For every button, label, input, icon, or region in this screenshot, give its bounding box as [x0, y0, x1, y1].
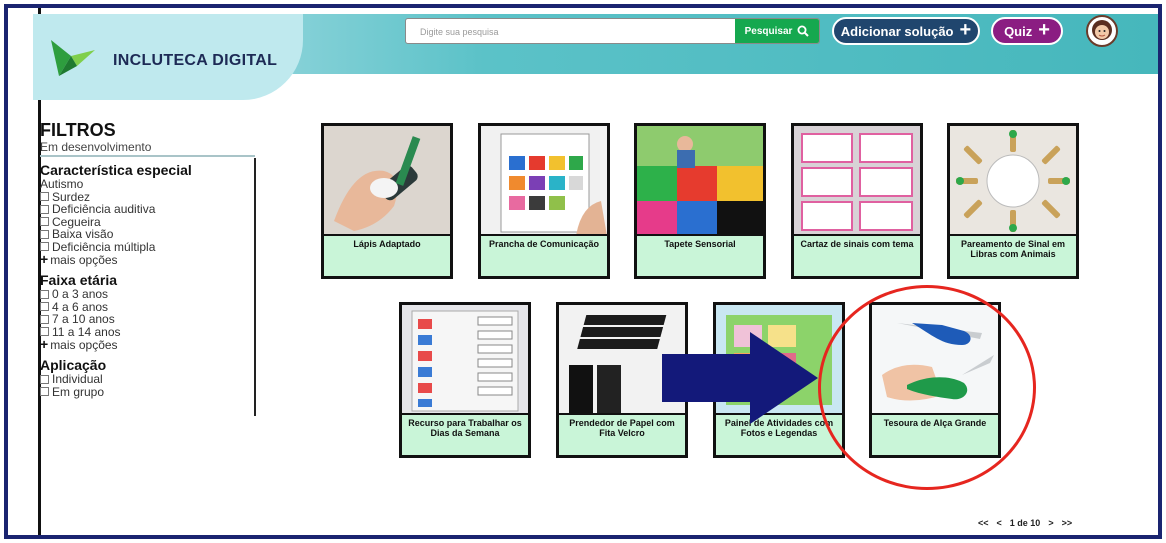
- card-title: Tapete Sensorial: [664, 239, 736, 249]
- filters-divider: [254, 158, 256, 416]
- card-title: Lápis Adaptado: [353, 239, 421, 249]
- hummingbird-logo-icon: [51, 40, 95, 76]
- solution-card[interactable]: Cartaz de sinais com tema: [791, 123, 923, 279]
- pagination: << < 1 de 10 > >>: [978, 518, 1072, 528]
- add-solution-label: Adicionar solução: [840, 23, 954, 39]
- filter-section-title: Característica especial: [40, 162, 192, 178]
- filter-option-autism[interactable]: Autismo: [40, 178, 260, 191]
- solution-card[interactable]: Pareamento de Sinal em Libras com Animai…: [947, 123, 1079, 279]
- checkbox[interactable]: [40, 289, 49, 299]
- search-icon: [797, 25, 810, 37]
- solution-card[interactable]: Recurso para Trabalhar os Dias da Semana: [399, 302, 531, 458]
- solution-card[interactable]: Tapete Sensorial: [634, 123, 766, 279]
- next-page-button[interactable]: >: [1048, 518, 1053, 528]
- filter-option[interactable]: 7 a 10 anos: [40, 313, 260, 326]
- checkbox[interactable]: [40, 302, 49, 312]
- search-button-label: Pesquisar: [744, 25, 793, 37]
- filters-subtitle: Em desenvolvimento: [40, 140, 255, 157]
- filter-option[interactable]: Deficiência múltipla: [40, 240, 260, 254]
- app-title: INCLUTECA DIGITAL: [113, 52, 278, 69]
- quiz-button[interactable]: Quiz +: [991, 17, 1063, 45]
- solution-card[interactable]: Prancha de Comunicação: [478, 123, 610, 279]
- card-title: Cartaz de sinais com tema: [800, 239, 914, 249]
- highlight-circle: [818, 285, 1036, 490]
- checkbox[interactable]: [40, 314, 49, 324]
- logo-block[interactable]: INCLUTECA DIGITAL: [33, 14, 303, 100]
- page-indicator: 1 de 10: [1009, 518, 1041, 528]
- filter-option[interactable]: 11 a 14 anos: [40, 325, 260, 339]
- plus-icon: +: [40, 336, 49, 352]
- checkbox[interactable]: [40, 217, 49, 227]
- plus-icon: +: [959, 19, 972, 41]
- quiz-label: Quiz: [1004, 23, 1033, 39]
- card-title: Prancha de Comunicação: [488, 239, 600, 249]
- card-title: Pareamento de Sinal em Libras com Animai…: [960, 239, 1066, 259]
- filter-section-title: Aplicação: [40, 357, 107, 373]
- search-button[interactable]: Pesquisar: [735, 19, 819, 43]
- plus-icon: +: [1038, 19, 1050, 41]
- checkbox[interactable]: [40, 192, 49, 202]
- user-avatar[interactable]: [1086, 15, 1118, 47]
- filter-option[interactable]: Baixa visão: [40, 228, 260, 241]
- checkbox[interactable]: [40, 242, 49, 252]
- pointer-arrow-icon: [662, 332, 818, 424]
- pencil-grip-photo: [324, 126, 450, 236]
- signs-poster-photo: [794, 126, 920, 236]
- search-bar: Pesquisar: [405, 18, 820, 44]
- checkbox[interactable]: [40, 327, 49, 337]
- filter-option[interactable]: Em grupo: [40, 385, 260, 399]
- solution-card[interactable]: Lápis Adaptado: [321, 123, 453, 279]
- add-solution-button[interactable]: Adicionar solução +: [832, 17, 980, 45]
- sensory-mat-photo: [637, 126, 763, 236]
- avatar-icon: [1092, 20, 1112, 40]
- search-input[interactable]: [420, 24, 720, 40]
- filters-title: FILTROS: [40, 120, 116, 140]
- more-options-link[interactable]: + mais opções: [40, 336, 260, 352]
- prev-page-button[interactable]: <: [997, 518, 1002, 528]
- filters-panel: FILTROS Em desenvolvimento Característic…: [40, 120, 260, 416]
- card-title: Recurso para Trabalhar os Dias da Semana: [408, 418, 522, 438]
- first-page-button[interactable]: <<: [978, 518, 989, 528]
- last-page-button[interactable]: >>: [1062, 518, 1073, 528]
- more-options-link[interactable]: + mais opções: [40, 251, 260, 267]
- plus-icon: +: [40, 251, 49, 267]
- filter-option[interactable]: Deficiência auditiva: [40, 203, 260, 216]
- checkbox[interactable]: [40, 374, 49, 384]
- checkbox[interactable]: [40, 387, 49, 397]
- filter-option[interactable]: Individual: [40, 373, 260, 386]
- checkbox[interactable]: [40, 204, 49, 214]
- checkbox[interactable]: [40, 229, 49, 239]
- filter-option[interactable]: 0 a 3 anos: [40, 288, 260, 301]
- weekdays-board-photo: [402, 305, 528, 415]
- filter-section-title: Faixa etária: [40, 272, 118, 288]
- communication-board-photo: [481, 126, 607, 236]
- sign-matching-photo: [950, 126, 1076, 236]
